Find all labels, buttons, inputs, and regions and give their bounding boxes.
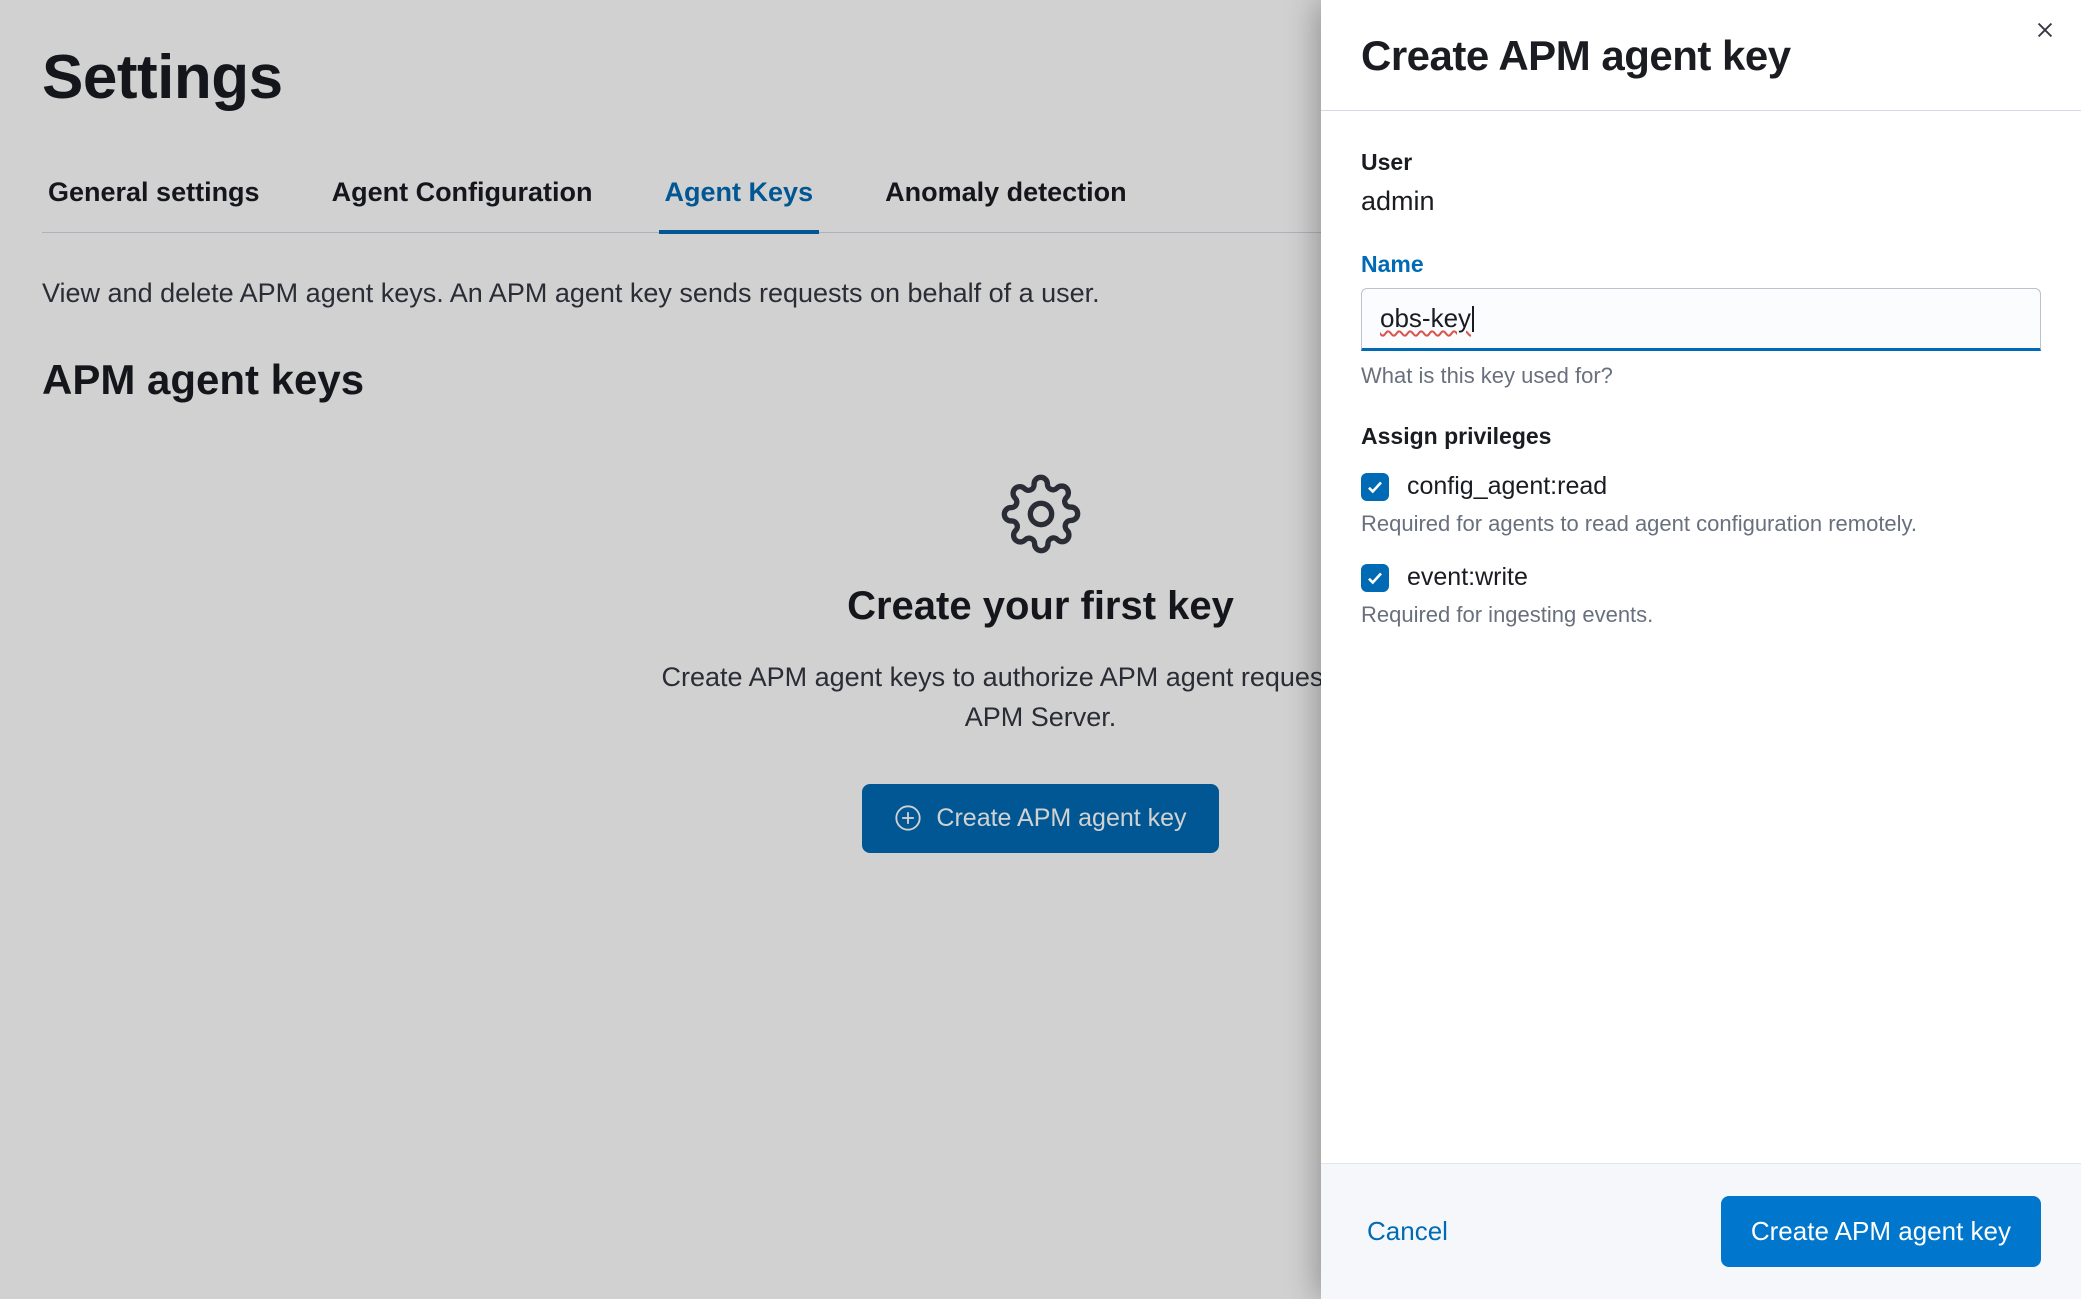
close-icon — [2034, 19, 2056, 41]
check-icon — [1366, 569, 1384, 587]
name-input[interactable]: obs-key — [1361, 288, 2041, 351]
user-label: User — [1361, 149, 2041, 176]
flyout-footer: Cancel Create APM agent key — [1321, 1163, 2081, 1299]
privilege-event-write: event:write Required for ingesting event… — [1361, 563, 2041, 628]
flyout-header: Create APM agent key — [1321, 0, 2081, 111]
privilege-help: Required for agents to read agent config… — [1361, 511, 2041, 537]
privilege-label: event:write — [1407, 563, 1528, 592]
submit-create-key-button[interactable]: Create APM agent key — [1721, 1196, 2041, 1267]
privilege-help: Required for ingesting events. — [1361, 602, 2041, 628]
cancel-button[interactable]: Cancel — [1361, 1200, 1454, 1263]
user-field: User admin — [1361, 149, 2041, 217]
flyout-title: Create APM agent key — [1361, 32, 2041, 80]
create-key-flyout: Create APM agent key User admin Name obs… — [1321, 0, 2081, 1299]
user-value: admin — [1361, 186, 2041, 217]
privileges-heading: Assign privileges — [1361, 423, 2041, 450]
close-button[interactable] — [2029, 14, 2061, 46]
privilege-config-agent-read: config_agent:read Required for agents to… — [1361, 472, 2041, 537]
checkbox-event-write[interactable] — [1361, 564, 1389, 592]
privilege-label: config_agent:read — [1407, 472, 1607, 501]
checkbox-config-agent-read[interactable] — [1361, 473, 1389, 501]
name-field: Name obs-key What is this key used for? — [1361, 251, 2041, 389]
text-cursor — [1472, 306, 1474, 332]
check-icon — [1366, 478, 1384, 496]
name-label: Name — [1361, 251, 2041, 278]
flyout-body: User admin Name obs-key What is this key… — [1321, 111, 2081, 1163]
name-help: What is this key used for? — [1361, 363, 2041, 389]
